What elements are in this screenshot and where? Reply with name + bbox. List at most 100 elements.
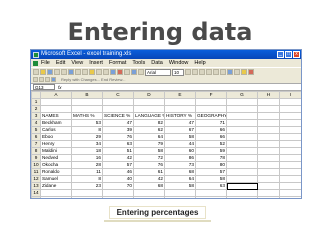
cell[interactable] xyxy=(257,119,280,127)
spelling-icon[interactable] xyxy=(68,69,74,75)
workbook-icon[interactable] xyxy=(33,60,38,66)
review-icon-3[interactable] xyxy=(45,77,50,82)
row-header[interactable]: 12 xyxy=(31,175,41,183)
cell[interactable] xyxy=(226,126,258,134)
cell[interactable] xyxy=(279,98,301,106)
cell[interactable]: 8 xyxy=(71,126,103,134)
menu-edit[interactable]: Edit xyxy=(56,59,65,67)
cell[interactable] xyxy=(226,154,258,162)
autosum-icon[interactable] xyxy=(117,69,123,75)
cell[interactable]: 86 xyxy=(164,154,196,162)
cell[interactable] xyxy=(164,196,196,198)
column-header[interactable]: B xyxy=(71,91,103,99)
cell[interactable]: Maldini xyxy=(40,147,72,155)
cell[interactable]: 63 xyxy=(102,140,134,148)
column-header[interactable]: C xyxy=(102,91,134,99)
menu-window[interactable]: Window xyxy=(169,59,189,67)
maximize-button[interactable]: □ xyxy=(285,51,292,58)
row-header[interactable]: 6 xyxy=(31,133,41,141)
cell[interactable]: 11 xyxy=(71,168,103,176)
cell[interactable]: 59 xyxy=(195,147,227,155)
cell[interactable]: Okocha xyxy=(40,161,72,169)
cell[interactable]: 72 xyxy=(133,154,165,162)
cell[interactable] xyxy=(40,196,72,198)
italic-icon[interactable] xyxy=(192,69,198,75)
cell[interactable]: 42 xyxy=(102,154,134,162)
menu-data[interactable]: Data xyxy=(151,59,163,67)
cell[interactable]: 79 xyxy=(133,140,165,148)
cell[interactable] xyxy=(226,175,258,183)
cell[interactable]: 46 xyxy=(102,168,134,176)
close-button[interactable]: x xyxy=(293,51,300,58)
cell[interactable]: 23 xyxy=(71,182,103,190)
preview-icon[interactable] xyxy=(61,69,67,75)
cell[interactable]: Henry xyxy=(40,140,72,148)
cell[interactable] xyxy=(257,154,280,162)
cell[interactable]: 52 xyxy=(195,140,227,148)
column-header[interactable]: G xyxy=(226,91,258,99)
cell[interactable] xyxy=(257,126,280,134)
cell[interactable] xyxy=(257,182,280,190)
cell[interactable]: 68 xyxy=(164,168,196,176)
row-header[interactable]: 8 xyxy=(31,147,41,155)
cell[interactable] xyxy=(279,147,301,155)
name-box[interactable]: G13 xyxy=(33,84,55,90)
font-color-icon[interactable] xyxy=(248,69,254,75)
redo-icon[interactable] xyxy=(103,69,109,75)
cell[interactable] xyxy=(226,196,258,198)
cell[interactable]: 28 xyxy=(71,161,103,169)
menu-insert[interactable]: Insert xyxy=(89,59,103,67)
cell[interactable]: LANGUAGE % xyxy=(133,112,165,120)
row-header[interactable]: 11 xyxy=(31,168,41,176)
fill-color-icon[interactable] xyxy=(241,69,247,75)
font-size-select[interactable]: 10 xyxy=(172,68,184,76)
cut-icon[interactable] xyxy=(75,69,81,75)
cell[interactable] xyxy=(71,196,103,198)
menu-file[interactable]: File xyxy=(41,59,50,67)
cell[interactable] xyxy=(279,161,301,169)
cell[interactable] xyxy=(257,168,280,176)
new-icon[interactable] xyxy=(33,69,39,75)
cell[interactable]: 58 xyxy=(133,147,165,155)
align-center-icon[interactable] xyxy=(213,69,219,75)
cell[interactable]: 8 xyxy=(71,175,103,183)
cell[interactable] xyxy=(226,147,258,155)
column-header[interactable]: E xyxy=(164,91,196,99)
cell[interactable]: 29 xyxy=(71,133,103,141)
row-header[interactable]: 13 xyxy=(31,182,41,190)
cell[interactable]: 47 xyxy=(102,119,134,127)
percent-icon[interactable] xyxy=(234,69,240,75)
cell[interactable]: 76 xyxy=(133,161,165,169)
cell[interactable]: 62 xyxy=(133,126,165,134)
cell[interactable]: 47 xyxy=(164,119,196,127)
row-header[interactable]: 9 xyxy=(31,154,41,162)
cell[interactable] xyxy=(279,140,301,148)
cell[interactable]: 73 xyxy=(164,161,196,169)
cell[interactable] xyxy=(279,175,301,183)
cell[interactable] xyxy=(226,168,258,176)
undo-icon[interactable] xyxy=(96,69,102,75)
column-header[interactable]: D xyxy=(133,91,165,99)
cell[interactable] xyxy=(226,182,258,190)
review-icon-4[interactable] xyxy=(51,77,56,82)
fx-label[interactable]: fx xyxy=(58,85,62,90)
cell[interactable]: 60 xyxy=(164,147,196,155)
paste-icon[interactable] xyxy=(89,69,95,75)
cell[interactable] xyxy=(133,105,165,113)
minimize-button[interactable]: _ xyxy=(277,51,284,58)
cell[interactable] xyxy=(257,140,280,148)
column-header[interactable]: H xyxy=(257,91,280,99)
cell[interactable] xyxy=(195,189,227,197)
cell[interactable] xyxy=(226,140,258,148)
cell[interactable] xyxy=(279,196,301,198)
cell[interactable]: 71 xyxy=(195,119,227,127)
cell[interactable] xyxy=(279,189,301,197)
cell[interactable]: 63 xyxy=(195,182,227,190)
menu-tools[interactable]: Tools xyxy=(132,59,145,67)
cell[interactable]: 16 xyxy=(71,154,103,162)
cell[interactable] xyxy=(71,105,103,113)
align-left-icon[interactable] xyxy=(206,69,212,75)
cell[interactable]: 34 xyxy=(71,140,103,148)
cell[interactable] xyxy=(133,196,165,198)
cell[interactable] xyxy=(226,105,258,113)
